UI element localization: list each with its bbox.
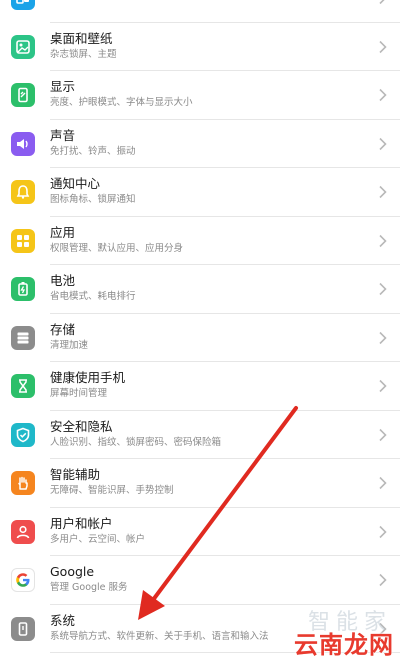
settings-list: 蓝牙、NFC、打印桌面和壁纸杂志锁屏、主题显示亮度、护眼模式、字体与显示大小声音…	[0, 0, 400, 653]
settings-item-subtitle: 清理加速	[50, 339, 89, 351]
settings-item-text: 电池省电模式、耗电排行	[50, 273, 360, 303]
chevron-right-icon	[378, 0, 388, 5]
battery-icon	[11, 277, 35, 301]
google-icon	[11, 568, 35, 592]
settings-item-title: 健康使用手机	[50, 370, 126, 385]
chevron-right-icon	[378, 137, 388, 151]
chevron-right-icon	[378, 282, 388, 296]
settings-item[interactable]: 通知中心图标角标、锁屏通知	[0, 168, 400, 217]
settings-item-subtitle: 免打扰、铃声、振动	[50, 145, 136, 157]
settings-item-text: 安全和隐私人脸识别、指纹、锁屏密码、密码保险箱	[50, 419, 360, 449]
settings-item[interactable]: 安全和隐私人脸识别、指纹、锁屏密码、密码保险箱	[0, 411, 400, 460]
settings-item-title: Google	[50, 564, 95, 579]
chevron-right-icon	[378, 428, 388, 442]
settings-item[interactable]: 声音免打扰、铃声、振动	[0, 120, 400, 169]
settings-item[interactable]: 显示亮度、护眼模式、字体与显示大小	[0, 71, 400, 120]
settings-item-subtitle: 多用户、云空间、帐户	[50, 533, 146, 545]
settings-item-title: 安全和隐私	[50, 418, 113, 434]
settings-item-title: 电池	[50, 273, 76, 288]
settings-item-text: 声音免打扰、铃声、振动	[50, 128, 360, 158]
shield-icon	[11, 422, 35, 447]
settings-item-subtitle: 省电模式、耗电排行	[50, 291, 136, 302]
settings-item-title: 用户和帐户	[50, 515, 113, 531]
settings-item-subtitle: 管理 Google 服务	[50, 582, 128, 593]
settings-item-text: 应用权限管理、默认应用、应用分身	[50, 225, 360, 255]
settings-item-subtitle: 无障碍、智能识屏、手势控制	[50, 485, 174, 496]
chevron-right-icon	[378, 379, 388, 393]
settings-item-title: 声音	[50, 127, 76, 143]
chevron-right-icon	[378, 234, 388, 248]
chevron-right-icon	[378, 573, 388, 587]
settings-item[interactable]: 存储 清理加速	[0, 314, 400, 363]
settings-item-title: 应用	[50, 224, 76, 240]
watermark-bottom-text: 云南龙网	[294, 631, 394, 659]
wallpaper-icon	[11, 34, 35, 59]
settings-item-subtitle: 屏幕时间管理	[50, 388, 108, 399]
chevron-right-icon	[378, 476, 388, 490]
chevron-right-icon	[378, 525, 388, 539]
settings-item-text: 显示亮度、护眼模式、字体与显示大小	[50, 79, 360, 109]
storage-icon	[11, 325, 35, 350]
settings-item-title: 显示	[50, 79, 76, 94]
settings-item[interactable]: 智能辅助无障碍、智能识屏、手势控制	[0, 459, 400, 508]
system-phone-icon	[11, 616, 35, 641]
settings-item-title: 桌面和壁纸	[50, 30, 113, 46]
watermark-logo: 智能家 云南龙网	[244, 604, 394, 660]
settings-item-title: 通知中心	[50, 176, 101, 191]
device-connection-icon	[11, 0, 35, 10]
hand-icon	[11, 471, 35, 495]
settings-item-text: 桌面和壁纸杂志锁屏、主题	[50, 31, 360, 61]
settings-item-subtitle: 亮度、护眼模式、字体与显示大小	[50, 97, 193, 108]
settings-item-text: 智能辅助无障碍、智能识屏、手势控制	[50, 467, 360, 497]
settings-item-subtitle: 图标角标、锁屏通知	[50, 194, 136, 205]
settings-item[interactable]: Google 管理 Google 服务	[0, 556, 400, 605]
apps-grid-icon	[11, 228, 35, 253]
settings-item[interactable]: 用户和帐户多用户、云空间、帐户	[0, 508, 400, 557]
settings-item-title: 智能辅助	[50, 467, 101, 482]
settings-item[interactable]: 桌面和壁纸杂志锁屏、主题	[0, 23, 400, 72]
hourglass-icon	[11, 374, 35, 398]
chevron-right-icon	[378, 185, 388, 199]
chevron-right-icon	[378, 40, 388, 54]
settings-item-subtitle: 权限管理、默认应用、应用分身	[50, 242, 184, 254]
settings-item-text: 健康使用手机屏幕时间管理	[50, 370, 360, 400]
settings-item-title: 存储	[50, 321, 76, 337]
settings-item-text: 用户和帐户多用户、云空间、帐户	[50, 516, 360, 546]
notification-bell-icon	[11, 180, 35, 204]
settings-item[interactable]: 电池省电模式、耗电排行	[0, 265, 400, 314]
settings-item[interactable]: 蓝牙、NFC、打印	[0, 0, 400, 23]
settings-item-subtitle: 杂志锁屏、主题	[50, 48, 117, 60]
settings-item-text: 通知中心图标角标、锁屏通知	[50, 176, 360, 206]
sound-icon	[11, 131, 35, 156]
settings-item-text: 存储 清理加速	[50, 322, 360, 352]
settings-item-text: Google 管理 Google 服务	[50, 564, 360, 594]
display-icon	[11, 83, 35, 107]
settings-item[interactable]: 应用权限管理、默认应用、应用分身	[0, 217, 400, 266]
user-icon	[11, 519, 35, 544]
settings-item-subtitle: 人脸识别、指纹、锁屏密码、密码保险箱	[50, 436, 222, 448]
settings-item[interactable]: 健康使用手机屏幕时间管理	[0, 362, 400, 411]
chevron-right-icon	[378, 88, 388, 102]
chevron-right-icon	[378, 331, 388, 345]
